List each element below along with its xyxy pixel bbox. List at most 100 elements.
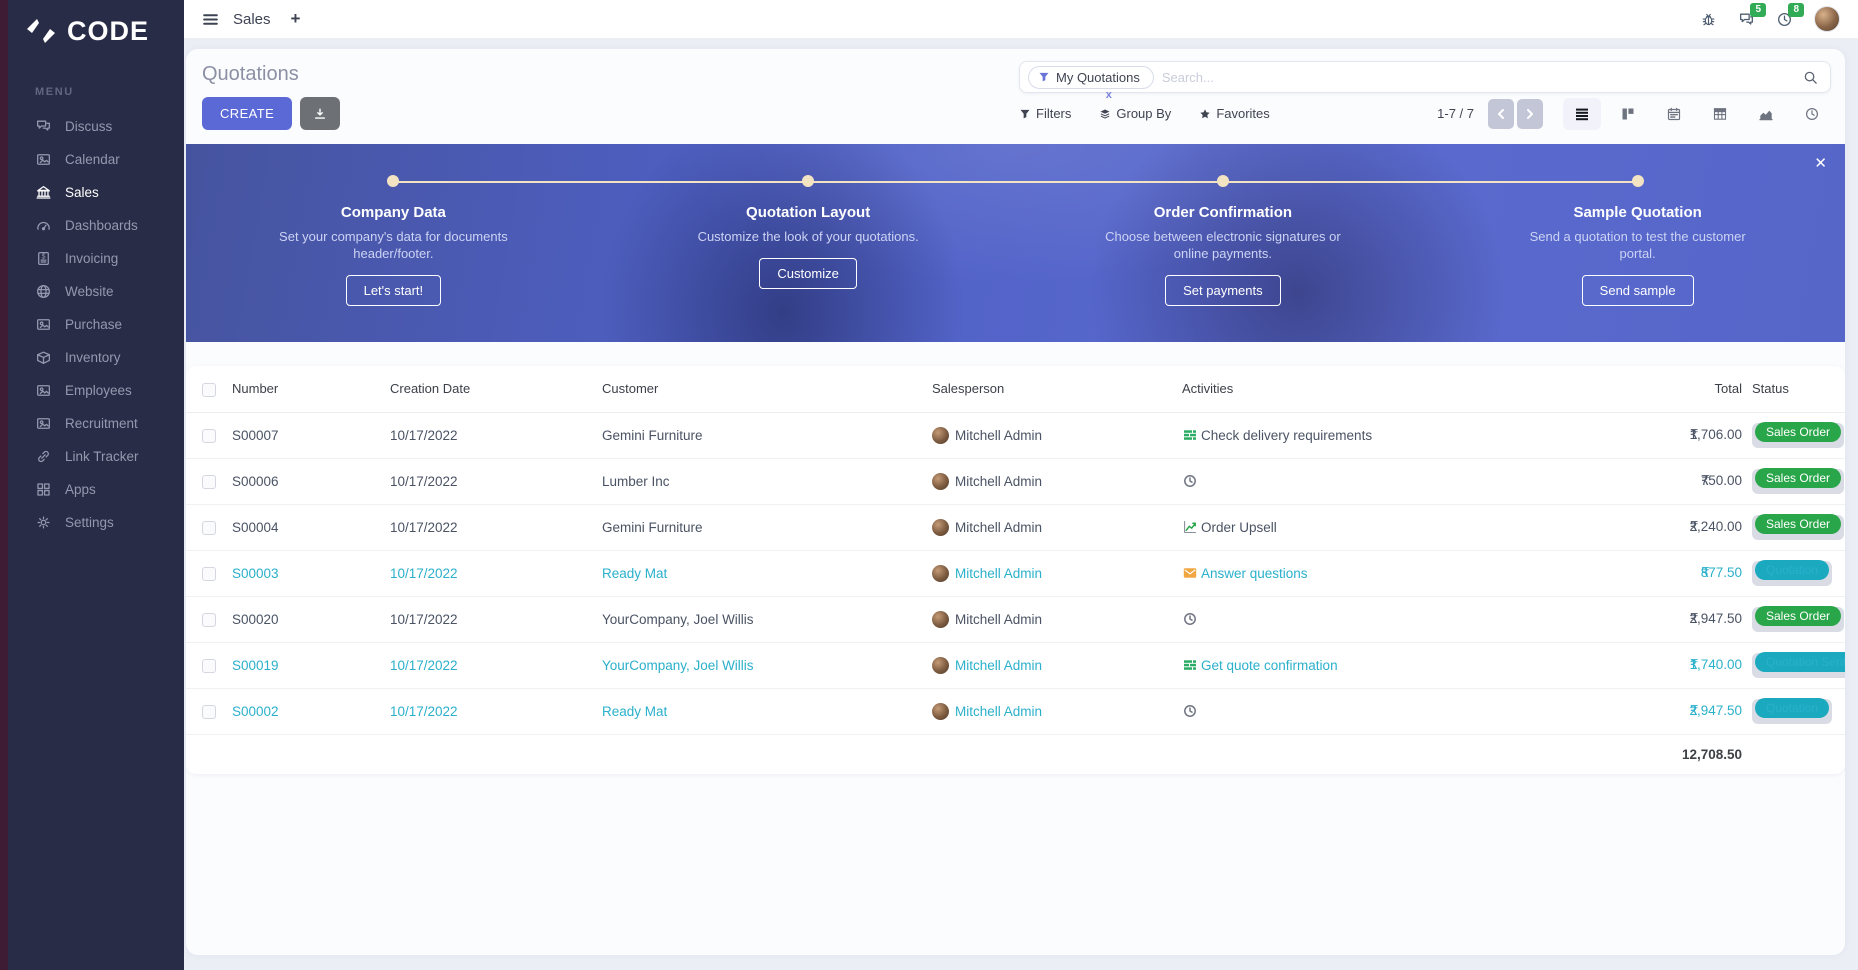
row-checkbox[interactable]: [202, 521, 216, 535]
sidebar-item-invoicing[interactable]: $ Invoicing: [8, 242, 184, 275]
table-row[interactable]: S00002 10/17/2022 Ready Mat Mitchell Adm…: [186, 688, 1845, 734]
row-checkbox[interactable]: [202, 429, 216, 443]
sidebar-item-label: Inventory: [65, 350, 121, 365]
onboarding-step: Company Data Set your company's data for…: [186, 144, 601, 342]
cell-salesperson: Mitchell Admin: [932, 688, 1182, 734]
column-header-customer[interactable]: Customer: [602, 366, 932, 412]
favorites-button[interactable]: Favorites: [1199, 106, 1269, 121]
sidebar-item-purchase[interactable]: Purchase: [8, 308, 184, 341]
export-button[interactable]: [300, 97, 340, 130]
remove-facet-button[interactable]: x: [1106, 89, 1112, 101]
step-action-button[interactable]: Customize: [759, 258, 856, 289]
filters-button[interactable]: Filters: [1019, 106, 1071, 121]
pager-previous-button[interactable]: [1488, 99, 1514, 129]
column-header-number[interactable]: Number: [232, 366, 390, 412]
list-activity-icon[interactable]: [1182, 657, 1198, 673]
sidebar-item-label: Purchase: [65, 317, 122, 332]
cell-number: S00007: [232, 412, 390, 458]
cell-creation-date: 10/17/2022: [390, 642, 602, 688]
messages-icon[interactable]: 5: [1738, 11, 1755, 28]
table-row[interactable]: S00003 10/17/2022 Ready Mat Mitchell Adm…: [186, 550, 1845, 596]
close-icon[interactable]: ✕: [1814, 154, 1827, 172]
cell-activities: [1182, 458, 1602, 504]
active-app-tab[interactable]: Sales: [233, 11, 271, 28]
sidebar-item-dashboards[interactable]: Dashboards: [8, 209, 184, 242]
row-checkbox[interactable]: [202, 613, 216, 627]
column-header-salesperson[interactable]: Salesperson: [932, 366, 1182, 412]
kanban-view-icon[interactable]: [1609, 98, 1647, 130]
row-checkbox[interactable]: [202, 567, 216, 581]
bug-icon[interactable]: [1700, 11, 1717, 28]
image-icon: [35, 415, 52, 432]
list-activity-icon[interactable]: [1182, 427, 1198, 443]
step-action-button[interactable]: Send sample: [1582, 275, 1694, 306]
table-row[interactable]: S00007 10/17/2022 Gemini Furniture Mitch…: [186, 412, 1845, 458]
systray: 5 8: [1700, 6, 1840, 32]
sidebar-item-employees[interactable]: Employees: [8, 374, 184, 407]
activity-clock-icon[interactable]: 8: [1776, 11, 1793, 28]
row-checkbox[interactable]: [202, 475, 216, 489]
select-all-checkbox[interactable]: [202, 383, 216, 397]
list-view-icon[interactable]: [1563, 98, 1601, 130]
step-action-button[interactable]: Set payments: [1165, 275, 1281, 306]
sidebar-item-link-tracker[interactable]: Link Tracker: [8, 440, 184, 473]
salesperson-avatar: [932, 657, 949, 674]
sidebar-item-discuss[interactable]: Discuss: [8, 110, 184, 143]
sidebar-item-apps[interactable]: Apps: [8, 473, 184, 506]
cell-status: Sales Order: [1752, 458, 1845, 504]
clock-icon[interactable]: [1182, 703, 1198, 719]
row-checkbox[interactable]: [202, 659, 216, 673]
create-button[interactable]: CREATE: [202, 97, 292, 130]
sidebar: CODE MENU Discuss Calendar Sales Dashboa…: [0, 0, 184, 970]
pivot-view-icon[interactable]: [1701, 98, 1739, 130]
search-bar[interactable]: My Quotations x: [1019, 61, 1831, 93]
column-header-creation-date[interactable]: Creation Date: [390, 366, 602, 412]
user-avatar[interactable]: [1814, 6, 1840, 32]
table-row[interactable]: S00004 10/17/2022 Gemini Furniture Mitch…: [186, 504, 1845, 550]
search-icon[interactable]: [1803, 70, 1818, 85]
cell-status: Quotation Sent: [1752, 642, 1845, 688]
cell-total: ₹750.00: [1602, 458, 1752, 504]
sidebar-item-website[interactable]: Website: [8, 275, 184, 308]
sidebar-item-calendar[interactable]: Calendar: [8, 143, 184, 176]
activity-view-icon[interactable]: [1793, 98, 1831, 130]
clock-icon[interactable]: [1182, 473, 1198, 489]
column-header-total[interactable]: Total: [1602, 366, 1752, 412]
sidebar-item-sales[interactable]: Sales: [8, 176, 184, 209]
clock-icon[interactable]: [1182, 611, 1198, 627]
view-switcher: [1563, 98, 1831, 130]
search-facet[interactable]: My Quotations x: [1028, 66, 1154, 89]
search-facet-label: My Quotations: [1056, 70, 1140, 85]
row-checkbox[interactable]: [202, 705, 216, 719]
trend-chart-icon[interactable]: [1182, 519, 1198, 535]
menu-toggle-icon[interactable]: [202, 11, 219, 28]
sidebar-item-inventory[interactable]: Inventory: [8, 341, 184, 374]
image-icon: [35, 151, 52, 168]
cell-activities: [1182, 688, 1602, 734]
cell-number: S00004: [232, 504, 390, 550]
gauge-icon: [35, 217, 52, 234]
column-header-activities[interactable]: Activities: [1182, 366, 1602, 412]
image-icon: [35, 382, 52, 399]
graph-view-icon[interactable]: [1747, 98, 1785, 130]
calendar-view-icon[interactable]: [1655, 98, 1693, 130]
table-row[interactable]: S00019 10/17/2022 YourCompany, Joel Will…: [186, 642, 1845, 688]
search-input[interactable]: [1162, 70, 1803, 85]
cell-creation-date: 10/17/2022: [390, 688, 602, 734]
sidebar-item-label: Dashboards: [65, 218, 138, 233]
pager-next-button[interactable]: [1517, 99, 1543, 129]
sidebar-item-recruitment[interactable]: Recruitment: [8, 407, 184, 440]
salesperson-avatar: [932, 565, 949, 582]
sidebar-item-settings[interactable]: Settings: [8, 506, 184, 539]
envelope-icon[interactable]: [1182, 565, 1198, 581]
group-by-button[interactable]: Group By: [1099, 106, 1171, 121]
table-row[interactable]: S00006 10/17/2022 Lumber Inc Mitchell Ad…: [186, 458, 1845, 504]
step-action-button[interactable]: Let's start!: [346, 275, 442, 306]
step-title: Company Data: [186, 204, 601, 221]
table-row[interactable]: S00020 10/17/2022 YourCompany, Joel Will…: [186, 596, 1845, 642]
column-header-status[interactable]: Status: [1752, 366, 1845, 412]
brand-logo[interactable]: CODE: [8, 0, 184, 62]
cell-status: Sales Order: [1752, 596, 1845, 642]
sidebar-item-label: Discuss: [65, 119, 112, 134]
new-tab-button[interactable]: +: [291, 9, 301, 29]
